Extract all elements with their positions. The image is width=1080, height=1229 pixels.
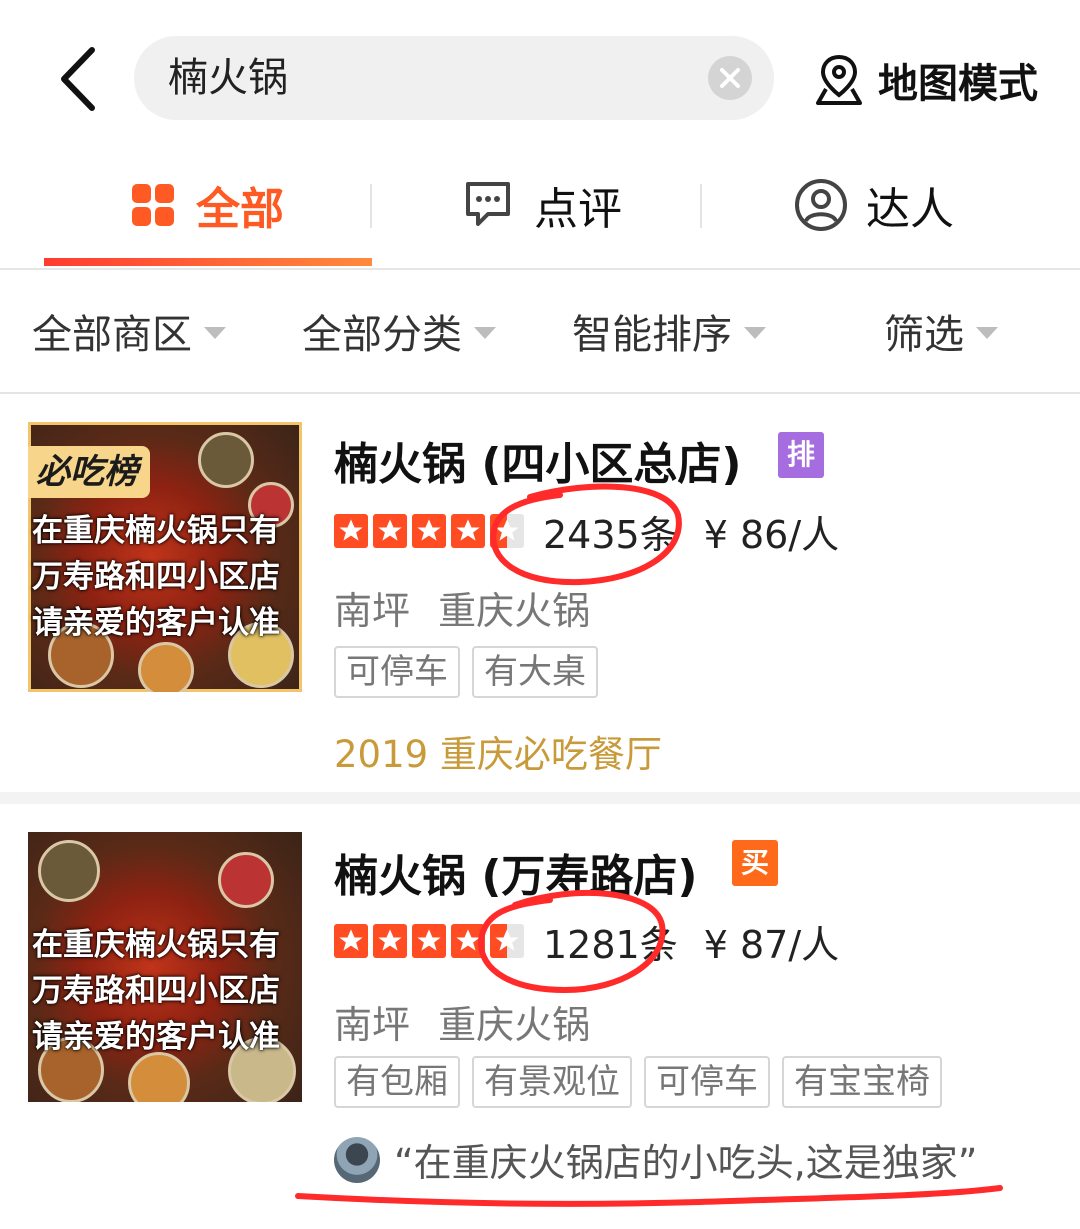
tab-divider [700, 184, 702, 228]
star-icon [451, 924, 485, 958]
dish-decoration [38, 840, 100, 902]
category-label: 重庆火锅 [438, 1003, 591, 1047]
comment-icon [466, 182, 510, 226]
buy-badge: 买 [732, 840, 778, 886]
half-star-icon [490, 924, 524, 958]
category-label: 重庆火锅 [438, 589, 591, 633]
tab-expert-label: 达人 [866, 184, 954, 235]
caret-down-icon [976, 327, 998, 339]
filter-bar: 全部商区 全部分类 智能排序 筛选 [0, 270, 1080, 394]
clear-icon [720, 68, 740, 88]
star-icon [334, 514, 368, 548]
thumbnail-caption-line: 万寿路和四小区店 [32, 559, 280, 595]
thumbnail-caption: 在重庆楠火锅只有 万寿路和四小区店 请亲爱的客户认准 [32, 508, 302, 646]
search-value: 楠火锅 [168, 55, 288, 101]
tab-divider [370, 184, 372, 228]
caret-down-icon [474, 327, 496, 339]
thumbnail-caption: 在重庆楠火锅只有 万寿路和四小区店 请亲爱的客户认准 [32, 922, 302, 1060]
must-eat-badge: 必吃榜 [28, 446, 150, 498]
review-count: 1281条 [543, 922, 678, 967]
location-row: 南坪 重庆火锅 [334, 994, 606, 1049]
honor-label[interactable]: 2019 重庆必吃餐厅 [334, 724, 662, 778]
filter-more[interactable]: 筛选 [884, 270, 998, 392]
star-rating [334, 514, 529, 548]
user-icon [795, 179, 847, 231]
star-icon [412, 514, 446, 548]
dish-decoration [198, 432, 254, 488]
star-icon [373, 514, 407, 548]
tab-expert[interactable]: 达人 [794, 150, 954, 260]
result-tabs: 全部 点评 达人 [0, 150, 1080, 270]
top-bar: 楠火锅 地图模式 [0, 0, 1080, 140]
price-per-person: ¥ 86/人 [703, 512, 840, 557]
card-body: 楠火锅 (四小区总店) 排 2435条 ¥ 86/人 南坪 重庆火锅 可停车 有… [334, 394, 1054, 792]
chevron-left-icon [61, 47, 95, 111]
back-button[interactable] [52, 44, 112, 114]
thumbnail-caption-line: 在重庆楠火锅只有 [32, 513, 280, 549]
filter-category[interactable]: 全部分类 [302, 270, 496, 392]
half-star-icon [490, 514, 524, 548]
review-quote: “在重庆火锅店的小吃头,这是独家” [394, 1141, 978, 1185]
review-quote-row[interactable]: “在重庆火锅店的小吃头,这是独家” [334, 1132, 977, 1187]
thumbnail-caption-line: 请亲爱的客户认准 [32, 605, 280, 641]
filter-category-label: 全部分类 [302, 312, 462, 358]
feature-tags: 可停车 有大桌 [334, 646, 610, 698]
result-card[interactable]: 在重庆楠火锅只有 万寿路和四小区店 请亲爱的客户认准 楠火锅 (万寿路店) 买 … [0, 804, 1080, 1216]
avatar [334, 1136, 380, 1183]
dish-decoration [218, 852, 274, 908]
search-input[interactable]: 楠火锅 [134, 36, 774, 120]
tab-review[interactable]: 点评 [464, 150, 622, 260]
star-rating [334, 924, 529, 958]
feature-tag: 有宝宝椅 [782, 1056, 942, 1108]
dish-decoration [138, 642, 194, 692]
feature-tag: 可停车 [644, 1056, 770, 1108]
feature-tag: 可停车 [334, 646, 460, 698]
clear-button[interactable] [708, 56, 752, 100]
rating-row: 1281条 ¥ 87/人 [334, 916, 840, 967]
location-row: 南坪 重庆火锅 [334, 580, 606, 635]
shop-thumbnail[interactable]: 必吃榜 在重庆楠火锅只有 万寿路和四小区店 请亲爱的客户认准 [28, 422, 302, 692]
shop-thumbnail[interactable]: 在重庆楠火锅只有 万寿路和四小区店 请亲爱的客户认准 [28, 832, 302, 1102]
price-per-person: ¥ 87/人 [703, 922, 840, 967]
caret-down-icon [204, 327, 226, 339]
star-icon [334, 924, 368, 958]
filter-area[interactable]: 全部商区 [32, 270, 226, 392]
result-card[interactable]: 必吃榜 在重庆楠火锅只有 万寿路和四小区店 请亲爱的客户认准 楠火锅 (四小区总… [0, 394, 1080, 792]
thumbnail-caption-line: 万寿路和四小区店 [32, 973, 280, 1009]
area-label: 南坪 [334, 589, 411, 633]
grid-icon [132, 184, 174, 226]
feature-tag: 有大桌 [472, 646, 598, 698]
filter-sort-label: 智能排序 [572, 312, 732, 358]
tab-all[interactable]: 全部 [130, 150, 284, 260]
filter-more-label: 筛选 [884, 312, 964, 358]
feature-tag: 有景观位 [472, 1056, 632, 1108]
feature-tags: 有包厢 有景观位 可停车 有宝宝椅 [334, 1056, 954, 1108]
area-label: 南坪 [334, 1003, 411, 1047]
tab-review-label: 点评 [534, 184, 622, 235]
map-mode-button[interactable]: 地图模式 [814, 50, 1038, 110]
feature-tag: 有包厢 [334, 1056, 460, 1108]
shop-name[interactable]: 楠火锅 (四小区总店) [334, 428, 742, 492]
review-count: 2435条 [543, 512, 678, 557]
caret-down-icon [744, 327, 766, 339]
star-icon [373, 924, 407, 958]
map-mode-label: 地图模式 [878, 61, 1038, 107]
filter-area-label: 全部商区 [32, 312, 192, 358]
thumbnail-caption-line: 请亲爱的客户认准 [32, 1019, 280, 1055]
star-icon [412, 924, 446, 958]
rank-badge: 排 [778, 432, 824, 478]
map-pin-icon [816, 54, 862, 105]
active-tab-indicator [44, 258, 372, 266]
card-body: 楠火锅 (万寿路店) 买 1281条 ¥ 87/人 南坪 重庆火锅 有包厢 有景… [334, 804, 1054, 1216]
filter-sort[interactable]: 智能排序 [572, 270, 766, 392]
rating-row: 2435条 ¥ 86/人 [334, 506, 840, 557]
tab-all-label: 全部 [196, 184, 284, 235]
card-separator [0, 792, 1080, 804]
star-icon [451, 514, 485, 548]
thumbnail-caption-line: 在重庆楠火锅只有 [32, 927, 280, 963]
shop-name[interactable]: 楠火锅 (万寿路店) [334, 840, 698, 904]
